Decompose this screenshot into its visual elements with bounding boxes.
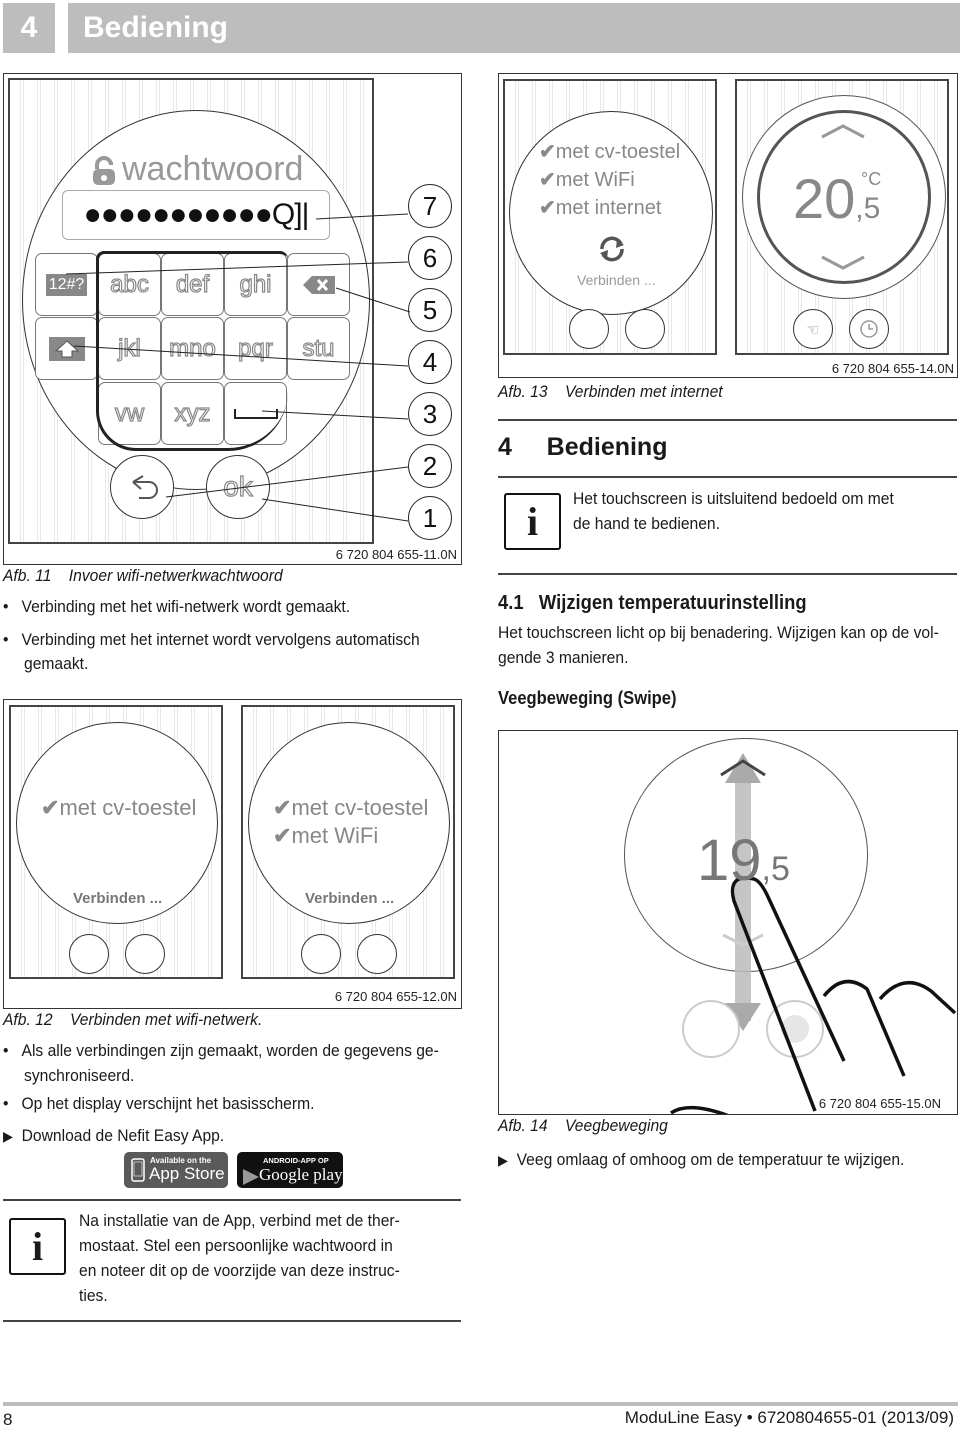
temperature-value: 19,5 [697, 828, 790, 893]
clock-icon [860, 320, 878, 338]
chapter-title: Bediening [68, 3, 960, 53]
bullet-item: • Verbinding met het wifi-netwerk wordt … [3, 597, 351, 616]
thumb-outline [670, 1106, 729, 1114]
status-text: Verbinden ... [305, 890, 395, 907]
body-text: Het touchscreen licht op bij benadering.… [498, 623, 939, 642]
bullet-item: • Op het display verschijnt het basissch… [3, 1094, 315, 1113]
google-play-badge[interactable]: ANDROID-APP OP Google play [237, 1152, 343, 1188]
footer-rule [3, 1402, 958, 1406]
info-note-line: de hand te bedienen. [573, 514, 720, 533]
figure-12: ✔met cv-toestel Verbinden ... ✔met cv-to… [3, 699, 462, 1009]
swipe-illustration [670, 753, 957, 1114]
manual-mode-button[interactable]: ☜ [793, 309, 833, 349]
divider [498, 573, 957, 575]
document-reference: ModuLine Easy • 6720804655-01 (2013/09) [624, 1408, 954, 1427]
figure-caption: Afb. 13 Verbinden met internet [498, 382, 723, 401]
figure-caption: Afb. 12 Verbinden met wifi-netwerk. [3, 1010, 263, 1029]
left-button[interactable] [569, 309, 609, 349]
app-store-badge[interactable]: Available on the App Store [124, 1152, 228, 1188]
divider [3, 1199, 461, 1201]
knuckle-1 [822, 979, 906, 1077]
callout-leader-lines [65, 213, 411, 522]
page-number: 8 [3, 1410, 13, 1429]
knuckle-2 [878, 980, 957, 1015]
left-button[interactable] [69, 934, 109, 974]
figure-code: 6 720 804 655-14.0N [831, 361, 954, 376]
body-text: gende 3 manieren. [498, 648, 629, 667]
status-check: ✔met WiFi [539, 169, 635, 191]
status-check: ✔met internet [539, 197, 662, 219]
status-check: ✔met cv-toestel [41, 795, 197, 820]
bullet-continuation: synchroniseerd. [24, 1066, 135, 1085]
triangle-bullet-icon: ▶ [498, 1152, 508, 1168]
divider [3, 1320, 461, 1322]
figure-14: 19,5 6 720 804 655-15.0N [498, 730, 958, 1115]
chapter-number: 4 [3, 3, 55, 53]
figure-11: wachtwoord ●●●●●●●●●●●Q]| 12#? abc def g… [3, 73, 462, 565]
subheading: Veegbeweging (Swipe) [498, 688, 677, 708]
subsection-heading: 4.1 Wijzigen temperatuurinstelling [498, 592, 807, 614]
section-heading: 4 Bediening [498, 433, 668, 461]
chevron-down-icon[interactable] [820, 255, 866, 271]
info-icon: i [504, 493, 561, 550]
right-button[interactable] [125, 934, 165, 974]
info-note-line: Na installatie van de App, verbind met d… [79, 1211, 400, 1230]
right-button[interactable] [357, 934, 397, 974]
figure-caption: Afb. 11 Invoer wifi-netwerkwachtwoord [3, 566, 283, 585]
bullet-item: • Verbinding met het internet wordt verv… [3, 630, 420, 649]
info-note-line: en noteer dit op de voorzijde van deze i… [79, 1261, 400, 1280]
info-note-line: ties. [79, 1286, 108, 1305]
figure-code: 6 720 804 655-11.0N [335, 547, 457, 562]
sync-icon [600, 236, 624, 262]
status-check: ✔met WiFi [273, 823, 379, 848]
connect-screen-1: ✔met cv-toestel Verbinden ... [9, 705, 223, 979]
play-triangle-icon [243, 1169, 259, 1185]
info-icon: i [9, 1218, 66, 1275]
triangle-bullet-icon: ▶ [3, 1128, 13, 1144]
left-button[interactable] [301, 934, 341, 974]
swipe-arrow-shaft [735, 781, 751, 1021]
info-note-line: Het touchscreen is uitsluitend bedoeld o… [573, 489, 894, 508]
clock-program-button[interactable] [849, 309, 889, 349]
connect-screen-2: ✔met cv-toestel ✔met WiFi Verbinden ... [241, 705, 455, 979]
home-screen: 20,5 °C ☜ [735, 79, 949, 355]
action-step: ▶ Veeg omlaag of omhoog om de temperatuu… [498, 1150, 905, 1169]
bullet-continuation: gemaakt. [24, 654, 89, 673]
figure-code: 6 720 804 655-15.0N [818, 1096, 941, 1111]
status-text: Verbinden ... [73, 890, 163, 907]
figure-caption: Afb. 14 Veegbeweging [498, 1116, 668, 1135]
divider [498, 419, 957, 421]
phone-icon [131, 1158, 145, 1182]
status-check: ✔met cv-toestel [273, 795, 429, 820]
connect-internet-screen: ✔met cv-toestel ✔met WiFi ✔met internet … [503, 79, 717, 355]
chevron-up-icon[interactable] [820, 123, 866, 139]
status-check: ✔met cv-toestel [539, 141, 681, 163]
unit-label: °C [861, 169, 882, 189]
hand-icon: ☜ [806, 319, 820, 339]
figure-13: ✔met cv-toestel ✔met WiFi ✔met internet … [498, 73, 958, 378]
action-step: ▶ Download de Nefit Easy App. [3, 1126, 225, 1145]
status-text: Verbinden ... [577, 272, 656, 288]
info-note-line: mostaat. Stel een persoonlijke wachtwoor… [79, 1236, 393, 1255]
divider [498, 476, 957, 478]
bullet-item: • Als alle verbindingen zijn gemaakt, wo… [3, 1041, 439, 1060]
figure-code: 6 720 804 655-12.0N [334, 989, 457, 1004]
hand-button-outline [682, 1000, 740, 1058]
right-button[interactable] [625, 309, 665, 349]
